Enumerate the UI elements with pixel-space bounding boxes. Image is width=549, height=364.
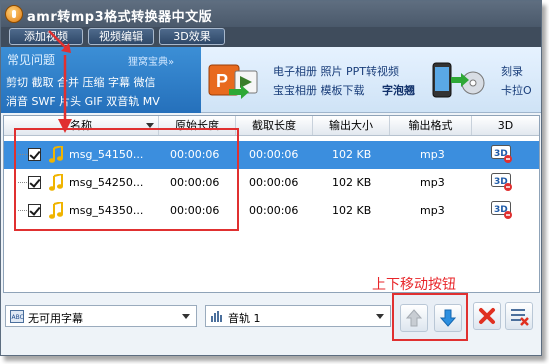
output-format: mp3 (420, 148, 445, 161)
annotation-arrow-icon (48, 30, 72, 133)
ppt-to-video-icon[interactable]: P (207, 59, 261, 101)
arrow-up-icon (405, 309, 423, 327)
app-window: amr转mp3格式转换器中文版 添加视频 视频编辑 3D效果 常见问题 狸窝宝典… (0, 0, 542, 356)
app-logo-icon (5, 5, 23, 23)
move-up-button[interactable] (400, 304, 428, 332)
faq-more-link[interactable]: 狸窝宝典» (128, 53, 174, 68)
output-size: 102 KB (332, 204, 372, 217)
cut-length: 00:00:06 (249, 204, 299, 217)
clear-list-icon (511, 309, 529, 326)
subtitle-select-value: 无可用字幕 (28, 312, 83, 325)
output-format: mp3 (420, 204, 445, 217)
edit-video-button[interactable]: 视频编辑 (88, 28, 154, 45)
window-title: amr转mp3格式转换器中文版 (27, 10, 213, 25)
audio-track-icon (211, 311, 222, 322)
subtitle-icon: ABC (10, 310, 24, 323)
output-size: 102 KB (332, 148, 372, 161)
col-3d[interactable]: 3D (472, 116, 539, 135)
3d-settings-icon[interactable]: 3D (491, 145, 513, 163)
output-size: 102 KB (332, 176, 372, 189)
promo-highlight[interactable]: 字泡翘 (382, 82, 415, 98)
audio-track-select[interactable]: 音轨 1 (205, 305, 391, 327)
cut-length: 00:00:06 (249, 148, 299, 161)
clear-list-button[interactable] (505, 302, 533, 330)
delete-button[interactable] (473, 302, 501, 330)
title-bar: amr转mp3格式转换器中文版 (1, 1, 541, 27)
col-output-format[interactable]: 输出格式 (390, 116, 472, 135)
bottom-bar: ABC 无可用字幕 音轨 1 (1, 293, 541, 355)
faq-panel: 常见问题 狸窝宝典» 剪切 截取 合并 压缩 字幕 微信 消音 SWF 片头 G… (1, 47, 201, 113)
promo2-line-2[interactable]: 卡拉O (501, 82, 532, 98)
audio-track-value: 音轨 1 (228, 312, 261, 325)
col-cut-length[interactable]: 截取长度 (236, 116, 313, 135)
chevron-down-icon[interactable] (376, 314, 384, 319)
3d-settings-icon[interactable]: 3D (491, 201, 513, 219)
cut-length: 00:00:06 (249, 176, 299, 189)
chevron-down-icon[interactable] (182, 314, 190, 319)
promo-line-1[interactable]: 电子相册 照片 PPT转视频 (273, 63, 399, 79)
subtitle-select[interactable]: ABC 无可用字幕 (5, 305, 197, 327)
promo-line-2[interactable]: 宝宝相册 模板下载 (273, 82, 365, 98)
phone-to-disc-icon[interactable] (431, 59, 485, 101)
delete-x-icon (479, 308, 495, 324)
svg-text:P: P (216, 71, 228, 91)
3d-settings-icon[interactable]: 3D (491, 173, 513, 191)
output-format: mp3 (420, 176, 445, 189)
3d-effect-button[interactable]: 3D效果 (159, 28, 225, 45)
arrow-down-icon (439, 309, 457, 327)
move-buttons-highlight (392, 293, 468, 341)
move-buttons-annotation: 上下移动按钮 (372, 277, 456, 293)
move-down-button[interactable] (434, 304, 462, 332)
promo2-line-1[interactable]: 刻录 (501, 63, 523, 79)
svg-text:ABC: ABC (12, 314, 24, 321)
col-output-size[interactable]: 输出大小 (313, 116, 390, 135)
